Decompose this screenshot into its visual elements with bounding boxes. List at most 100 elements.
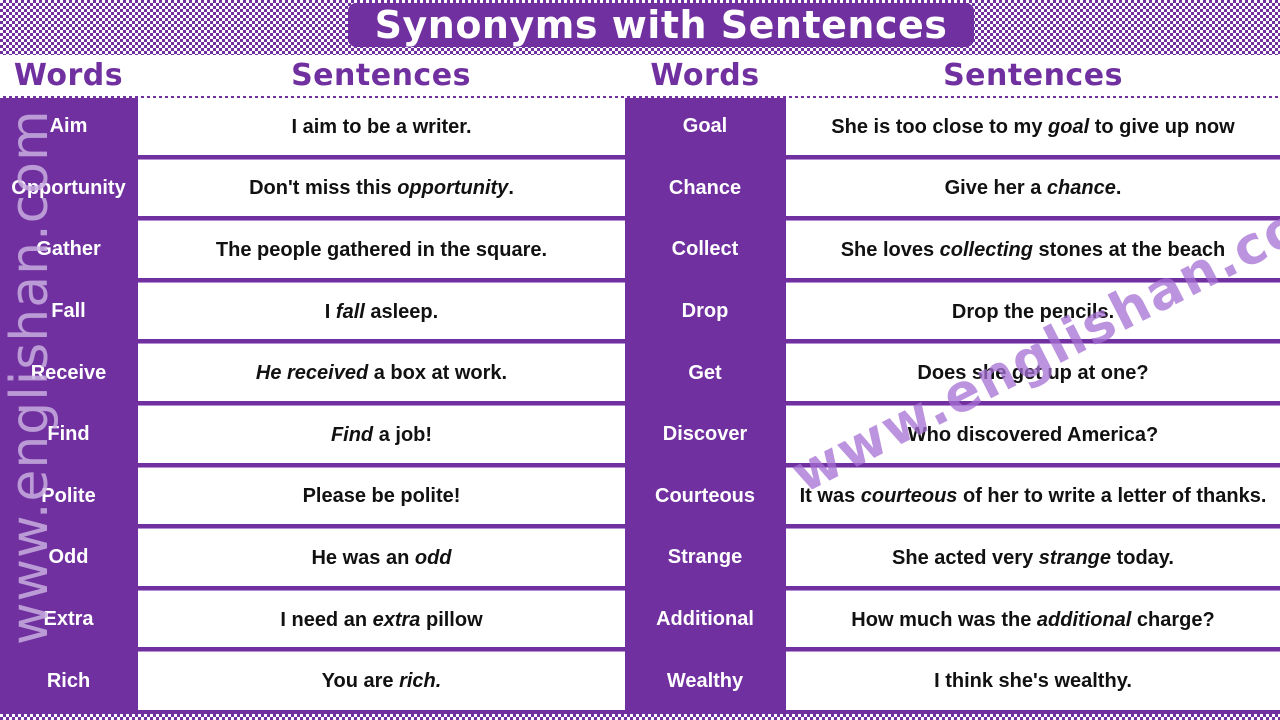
synonym-sentence-cell: Give her a chance. (786, 159, 1280, 218)
text-fragment: stones at the beach (1033, 238, 1226, 261)
emphasized-word: Find (330, 423, 374, 446)
text-fragment: Does she get up at one? (917, 362, 1149, 385)
page-title: Synonyms with Sentences (348, 3, 974, 47)
text-fragment: a box at work. (368, 362, 508, 385)
word-cell: Rich (0, 652, 137, 710)
text-fragment: You are (321, 670, 400, 693)
text-fragment: a job! (373, 423, 433, 446)
text-fragment: Don't miss this (249, 177, 398, 200)
emphasized-word: goal (1048, 115, 1090, 138)
synonym-cell: Drop (625, 282, 785, 341)
sentence-cell: I fall asleep. (138, 282, 625, 341)
sentence-text: The people gathered in the square. (216, 235, 547, 265)
sentence-text: She acted very strange today. (892, 543, 1174, 573)
sentence-text: It was courteous of her to write a lette… (800, 481, 1267, 511)
text-fragment: I aim to be a writer. (291, 115, 472, 138)
text-fragment: I (324, 300, 336, 323)
header-right-sentences: Sentences (943, 58, 1123, 93)
synonym-cell: Collect (625, 221, 785, 279)
sentence-cell: He received a box at work. (138, 344, 625, 402)
table-row: Receive He received a box at work. Get Does… (0, 344, 1280, 402)
synonym-sentence-cell: How much was the additional charge? (786, 590, 1280, 649)
sentence-text: You are rich. (322, 666, 442, 696)
sentence-text: He received a box at work. (256, 358, 507, 388)
text-fragment: It was (799, 485, 861, 508)
sentence-text: She loves collecting stones at the beach (841, 235, 1226, 265)
text-fragment: I need an (280, 608, 373, 631)
sentence-cell: Please be polite! (138, 467, 625, 526)
synonym-cell: Additional (625, 590, 785, 649)
sentence-text: Give her a chance. (945, 173, 1122, 203)
synonym-cell: Courteous (625, 467, 785, 526)
synonym-cell: Goal (625, 98, 785, 156)
table-row: Rich You are rich. Wealthy I think she's we… (0, 652, 1280, 710)
word-cell: Find (0, 406, 137, 464)
synonym-cell: Strange (625, 529, 785, 587)
word-cell: Opportunity (0, 159, 137, 218)
sentence-text: Drop the pencils. (952, 297, 1114, 327)
header-right-words: Words (650, 58, 760, 93)
sentence-text: How much was the additional charge? (851, 605, 1214, 635)
synonyms-table: Aim I aim to be a writer. Goal She is too c… (0, 98, 1280, 714)
sentence-text: She is too close to my goal to give up n… (831, 112, 1234, 142)
table-row: Polite Please be polite! Courteous It was c… (0, 467, 1280, 526)
synonym-sentence-cell: She loves collecting stones at the beach (786, 221, 1280, 279)
table-row: Opportunity Don't miss this opportunity. C… (0, 159, 1280, 218)
synonym-sentence-cell: Does she get up at one? (786, 344, 1280, 402)
text-fragment: Drop the pencils. (951, 300, 1115, 323)
word-cell: Polite (0, 467, 137, 526)
emphasized-word: collecting (939, 238, 1033, 261)
sentence-cell: I aim to be a writer. (138, 98, 625, 156)
text-fragment: She loves (840, 238, 940, 261)
synonym-sentence-cell: I think she's wealthy. (786, 652, 1280, 710)
text-fragment: Give her a (944, 177, 1047, 200)
sentence-cell: You are rich. (138, 652, 625, 710)
sentence-text: Does she get up at one? (917, 358, 1148, 388)
text-fragment: She is too close to my (831, 115, 1049, 138)
synonym-cell: Get (625, 344, 785, 402)
text-fragment: . (1115, 177, 1122, 200)
sentence-text: I think she's wealthy. (934, 666, 1132, 696)
synonym-sentence-cell: It was courteous of her to write a lette… (786, 467, 1280, 526)
emphasized-word: He received (255, 362, 369, 385)
sentence-cell: Don't miss this opportunity. (138, 159, 625, 218)
emphasized-word: courteous (860, 485, 958, 508)
word-cell: Receive (0, 344, 137, 402)
text-fragment: He was an (311, 546, 415, 569)
emphasized-word: opportunity (397, 177, 509, 200)
synonym-sentence-cell: She acted very strange today. (786, 529, 1280, 587)
word-cell: Gather (0, 221, 137, 279)
synonym-cell: Chance (625, 159, 785, 218)
word-cell: Aim (0, 98, 137, 156)
sentence-cell: Find a job! (138, 406, 625, 464)
sentence-cell: The people gathered in the square. (138, 221, 625, 279)
synonym-sentence-cell: Who discovered America? (786, 406, 1280, 464)
sentence-text: I need an extra pillow (280, 605, 482, 635)
emphasized-word: additional (1036, 608, 1132, 631)
text-fragment: today. (1111, 546, 1174, 569)
sentence-text: Please be polite! (303, 481, 461, 511)
word-cell: Odd (0, 529, 137, 587)
table-row: Gather The people gathered in the square.… (0, 221, 1280, 279)
sentence-cell: He was an odd (138, 529, 625, 587)
table-row: Aim I aim to be a writer. Goal She is too c… (0, 98, 1280, 156)
table-row: Odd He was an odd Strange She acted very st… (0, 529, 1280, 587)
text-fragment: Please be polite! (302, 485, 461, 508)
emphasized-word: fall (335, 300, 365, 323)
table-row: Fall I fall asleep. Drop Drop the pencils. (0, 282, 1280, 341)
emphasized-word: rich. (399, 670, 442, 693)
table-row: Find Find a job! Discover Who discovered Am… (0, 406, 1280, 464)
sentence-text: I fall asleep. (325, 297, 438, 327)
text-fragment: . (508, 177, 514, 200)
emphasized-word: extra (372, 608, 421, 631)
synonym-sentence-cell: Drop the pencils. (786, 282, 1280, 341)
word-cell: Extra (0, 590, 137, 649)
text-fragment: I think she's wealthy. (934, 670, 1132, 693)
sentence-text: I aim to be a writer. (291, 112, 471, 142)
header-left-words: Words (13, 58, 124, 93)
text-fragment: She acted very (892, 546, 1039, 569)
sentence-text: Who discovered America? (908, 420, 1158, 450)
sentence-cell: I need an extra pillow (138, 590, 625, 649)
text-fragment: How much was the (851, 608, 1037, 631)
header-left-sentences: Sentences (291, 58, 471, 93)
